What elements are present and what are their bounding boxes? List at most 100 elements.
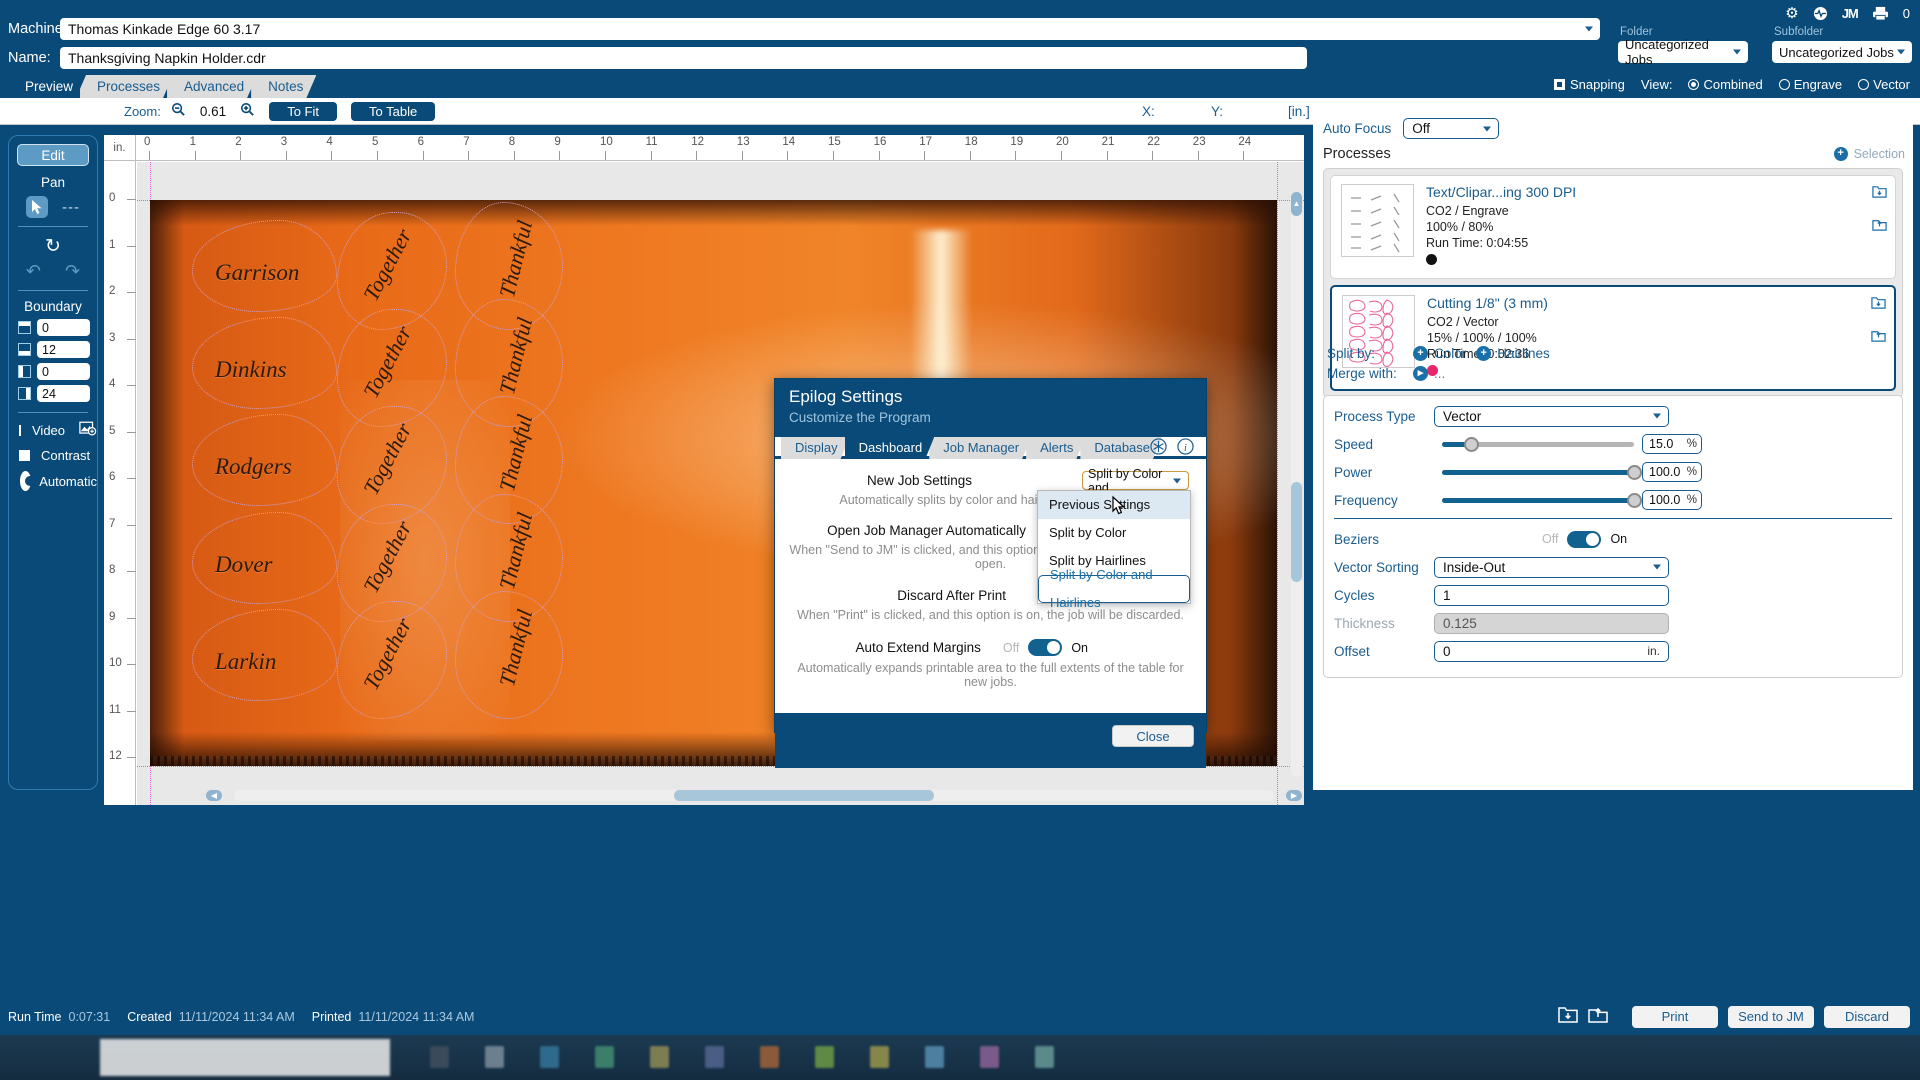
merge-with-button[interactable]: ▸ ... xyxy=(1413,366,1445,381)
taskbar-icon[interactable] xyxy=(595,1046,614,1068)
export-job-icon[interactable] xyxy=(1588,1005,1608,1029)
pulse-icon[interactable] xyxy=(1813,6,1828,21)
slider-knob[interactable] xyxy=(1627,464,1642,480)
scrollbar-thumb[interactable] xyxy=(674,790,934,801)
snapping-checkbox[interactable]: Snapping xyxy=(1553,77,1625,92)
tab-preview[interactable]: Preview xyxy=(8,75,86,98)
jm-icon[interactable]: JM xyxy=(1842,6,1859,21)
view-option-vector[interactable]: Vector xyxy=(1858,77,1910,92)
gear-icon[interactable]: ⚙ xyxy=(1785,4,1798,22)
scroll-up-arrow[interactable]: ▲ xyxy=(1291,192,1302,216)
cycles-input[interactable]: 1 xyxy=(1434,584,1669,606)
contrast-checkbox[interactable]: Contrast xyxy=(19,448,97,463)
boundary-top-input[interactable]: 0 xyxy=(37,319,90,336)
machine-select[interactable]: Thomas Kinkade Edge 60 3.17 xyxy=(60,18,1600,40)
taskbar-icon[interactable] xyxy=(1035,1046,1054,1068)
subfolder-label: Subfolder xyxy=(1774,26,1824,38)
tab-advanced[interactable]: Advanced xyxy=(167,75,257,98)
asterisk-icon[interactable] xyxy=(1150,438,1167,459)
canvas-vertical-scrollbar[interactable]: ▲ xyxy=(1291,192,1302,777)
taskbar-icon[interactable] xyxy=(705,1046,724,1068)
dialog-header: Epilog Settings Customize the Program xyxy=(775,379,1206,437)
automatic-row[interactable]: Automatic xyxy=(20,471,97,491)
redo-icon[interactable]: ↷ xyxy=(65,261,80,282)
import-settings-icon[interactable] xyxy=(1871,295,1886,314)
frequency-slider[interactable] xyxy=(1442,492,1642,508)
dropdown-option-previous-settings[interactable]: Previous Settings xyxy=(1038,491,1190,519)
taskbar-icon[interactable] xyxy=(430,1046,449,1068)
to-fit-button[interactable]: To Fit xyxy=(269,101,338,121)
auto-extend-toggle[interactable] xyxy=(1028,639,1063,656)
taskbar-icon[interactable] xyxy=(870,1046,889,1068)
merge-with-label: Merge with: xyxy=(1327,366,1397,381)
to-table-button[interactable]: To Table xyxy=(351,101,436,121)
process-type-select[interactable]: Vector xyxy=(1434,405,1669,427)
dropdown-option-split-by-color[interactable]: Split by Color xyxy=(1038,519,1190,547)
speed-slider[interactable] xyxy=(1442,436,1634,452)
taskbar-icon[interactable] xyxy=(980,1046,999,1068)
undo-icon[interactable]: ↶ xyxy=(26,261,41,282)
refresh-icon[interactable]: ↻ xyxy=(9,235,97,258)
scrollbar-thumb[interactable] xyxy=(1291,482,1302,582)
folder-select[interactable]: Uncategorized Jobs xyxy=(1618,37,1748,67)
boundary-bottom-icon xyxy=(18,343,31,356)
process-card-engrave[interactable]: Text/Clipar...ing 300 DPI CO2 / Engrave … xyxy=(1330,175,1896,279)
export-settings-icon[interactable] xyxy=(1871,328,1886,347)
frequency-input[interactable]: 100.0 % xyxy=(1642,490,1702,510)
import-job-icon[interactable] xyxy=(1558,1005,1578,1029)
slider-knob[interactable] xyxy=(1463,436,1479,452)
thickness-row: Thickness 0.125 xyxy=(1334,611,1892,635)
send-to-jm-button[interactable]: Send to JM xyxy=(1728,1006,1814,1028)
power-input[interactable]: 100.0 % xyxy=(1642,462,1702,482)
offset-input[interactable]: 0 in. xyxy=(1434,640,1669,662)
discard-button[interactable]: Discard xyxy=(1824,1006,1910,1028)
export-settings-icon[interactable] xyxy=(1872,217,1887,236)
tab-processes[interactable]: Processes xyxy=(80,75,173,98)
auto-focus-select[interactable]: Off xyxy=(1403,118,1500,139)
taskbar-icon[interactable] xyxy=(485,1046,504,1068)
beziers-toggle[interactable] xyxy=(1567,530,1602,548)
taskbar-icon[interactable] xyxy=(760,1046,779,1068)
dropdown-option-split-by-color-and-hairlines[interactable]: Split by Color and Hairlines xyxy=(1038,567,1190,610)
printer-icon[interactable] xyxy=(1872,6,1889,21)
zoom-in-icon[interactable] xyxy=(240,102,255,120)
boundary-right-input[interactable]: 24 xyxy=(37,385,90,402)
speed-input[interactable]: 15.0 % xyxy=(1642,434,1702,454)
image-zoom-icon[interactable] xyxy=(79,421,97,440)
view-option-engrave[interactable]: Engrave xyxy=(1778,77,1842,92)
slider-knob[interactable] xyxy=(1627,492,1642,508)
boundary-bottom-input[interactable]: 12 xyxy=(37,341,90,358)
taskbar-window-preview[interactable] xyxy=(100,1039,390,1076)
canvas-horizontal-scrollbar[interactable]: ◀ ▶ xyxy=(206,790,1302,801)
cursor-tool-icon[interactable] xyxy=(26,196,48,218)
dialog-tab-display[interactable]: Display xyxy=(781,437,850,459)
taskbar-icon[interactable] xyxy=(650,1046,669,1068)
tab-notes[interactable]: Notes xyxy=(251,75,316,98)
taskbar-icon[interactable] xyxy=(815,1046,834,1068)
import-settings-icon[interactable] xyxy=(1872,184,1887,203)
boundary-left-input[interactable]: 0 xyxy=(37,363,90,380)
power-value: 100.0 xyxy=(1649,465,1681,479)
close-button[interactable]: Close xyxy=(1112,725,1194,747)
split-by-hairlines-button[interactable]: + Hairlines xyxy=(1476,346,1550,361)
scroll-right-arrow[interactable]: ▶ xyxy=(1286,790,1302,801)
zoom-out-icon[interactable] xyxy=(171,102,186,120)
video-checkbox[interactable]: Video xyxy=(19,421,97,440)
scroll-left-arrow[interactable]: ◀ xyxy=(206,790,222,801)
job-name-input[interactable]: Thanksgiving Napkin Holder.cdr xyxy=(60,47,1307,69)
split-by-color-button[interactable]: + Color xyxy=(1413,346,1466,361)
power-slider[interactable] xyxy=(1442,464,1642,480)
taskbar-icon[interactable] xyxy=(925,1046,944,1068)
subfolder-select[interactable]: Uncategorized Jobs xyxy=(1772,41,1912,63)
vector-sorting-select[interactable]: Inside-Out xyxy=(1434,556,1669,578)
edit-button[interactable]: Edit xyxy=(17,144,89,166)
new-job-settings-select[interactable]: Split by Color and ... xyxy=(1082,467,1189,495)
print-button[interactable]: Print xyxy=(1632,1006,1718,1028)
dialog-tab-dashboard[interactable]: Dashboard xyxy=(845,437,935,459)
taskbar-icon[interactable] xyxy=(540,1046,559,1068)
dialog-tab-alerts[interactable]: Alerts xyxy=(1026,437,1085,459)
info-icon[interactable]: i xyxy=(1177,438,1194,459)
view-option-combined[interactable]: Combined xyxy=(1688,77,1763,92)
add-selection-button[interactable]: + Selection xyxy=(1833,147,1905,161)
dialog-tab-job-manager[interactable]: Job Manager xyxy=(929,437,1031,459)
